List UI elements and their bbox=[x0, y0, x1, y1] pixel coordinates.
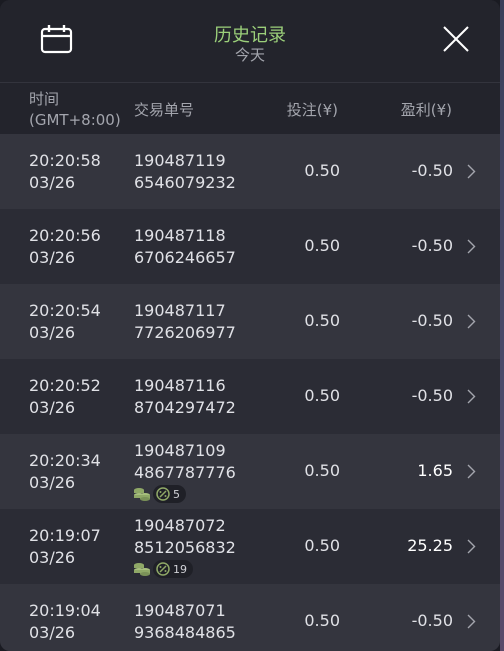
order-number-part-2: 7726206977 bbox=[134, 323, 236, 342]
background-edge bbox=[500, 0, 504, 651]
order-number-part-1: 190487118 bbox=[134, 226, 226, 245]
row-bet: 0.50 bbox=[304, 461, 340, 480]
table-row[interactable]: 20:20:34 03/26 190487109 4867787776 5 0.… bbox=[0, 434, 500, 509]
row-timestamp: 20:19:04 03/26 bbox=[29, 600, 101, 644]
column-headers: 时间 (GMT+8:00) 交易单号 投注(¥) 盈利(¥) bbox=[0, 83, 500, 134]
coin-stack-icon bbox=[134, 488, 150, 501]
row-order-number: 190487109 4867787776 bbox=[134, 440, 236, 484]
row-profit: -0.50 bbox=[411, 311, 453, 330]
row-date: 03/26 bbox=[29, 548, 76, 567]
row-profit: -0.50 bbox=[411, 611, 453, 630]
order-number-part-1: 190487109 bbox=[134, 441, 226, 460]
order-number-part-1: 190487072 bbox=[134, 516, 226, 535]
column-header-profit: 盈利(¥) bbox=[400, 101, 452, 119]
column-header-bet: 投注(¥) bbox=[286, 101, 338, 119]
table-row[interactable]: 20:20:56 03/26 190487118 6706246657 0.50… bbox=[0, 209, 500, 284]
history-panel: 历史记录 今天 时间 (GMT+8:00) 交易单号 投注(¥) 盈利(¥) 2… bbox=[0, 0, 500, 651]
row-time: 20:20:56 bbox=[29, 226, 101, 245]
free-spin-badge: 19 bbox=[153, 560, 193, 578]
row-time: 20:20:58 bbox=[29, 151, 101, 170]
chevron-right-icon[interactable] bbox=[467, 539, 476, 554]
order-number-part-2: 8704297472 bbox=[134, 398, 236, 417]
row-time: 20:20:34 bbox=[29, 451, 101, 470]
calendar-icon[interactable] bbox=[40, 24, 73, 54]
row-time: 20:19:04 bbox=[29, 601, 101, 620]
row-bet: 0.50 bbox=[304, 611, 340, 630]
order-number-part-2: 6546079232 bbox=[134, 173, 236, 192]
order-number-part-2: 4867787776 bbox=[134, 463, 236, 482]
row-timestamp: 20:20:34 03/26 bbox=[29, 450, 101, 494]
order-number-part-1: 190487116 bbox=[134, 376, 226, 395]
chevron-right-icon[interactable] bbox=[467, 464, 476, 479]
table-row[interactable]: 20:20:54 03/26 190487117 7726206977 0.50… bbox=[0, 284, 500, 359]
row-order-number: 190487119 6546079232 bbox=[134, 150, 236, 194]
chevron-right-icon[interactable] bbox=[467, 614, 476, 629]
row-profit: -0.50 bbox=[411, 236, 453, 255]
close-icon[interactable] bbox=[441, 24, 471, 54]
chevron-right-icon[interactable] bbox=[467, 314, 476, 329]
order-number-part-1: 190487119 bbox=[134, 151, 226, 170]
badge-count: 5 bbox=[173, 487, 180, 501]
column-header-order: 交易单号 bbox=[134, 101, 195, 119]
row-bet: 0.50 bbox=[304, 311, 340, 330]
row-profit: 25.25 bbox=[407, 536, 453, 555]
row-profit: -0.50 bbox=[411, 386, 453, 405]
row-timestamp: 20:20:56 03/26 bbox=[29, 225, 101, 269]
row-time: 20:20:52 bbox=[29, 376, 101, 395]
history-list: 20:20:58 03/26 190487119 6546079232 0.50… bbox=[0, 134, 500, 651]
row-bet: 0.50 bbox=[304, 236, 340, 255]
table-row[interactable]: 20:20:58 03/26 190487119 6546079232 0.50… bbox=[0, 134, 500, 209]
row-timestamp: 20:20:52 03/26 bbox=[29, 375, 101, 419]
order-number-part-2: 9368484865 bbox=[134, 623, 236, 642]
row-date: 03/26 bbox=[29, 623, 76, 642]
row-order-number: 190487071 9368484865 bbox=[134, 600, 236, 644]
dice-icon bbox=[156, 487, 170, 501]
table-row[interactable]: 20:19:04 03/26 190487071 9368484865 0.50… bbox=[0, 584, 500, 651]
header: 历史记录 今天 bbox=[0, 0, 500, 83]
row-bet: 0.50 bbox=[304, 386, 340, 405]
order-number-part-1: 190487071 bbox=[134, 601, 226, 620]
column-header-time: 时间 (GMT+8:00) bbox=[29, 89, 121, 131]
row-profit: 1.65 bbox=[417, 461, 453, 480]
chevron-right-icon[interactable] bbox=[467, 164, 476, 179]
row-profit: -0.50 bbox=[411, 161, 453, 180]
row-date: 03/26 bbox=[29, 248, 76, 267]
row-date: 03/26 bbox=[29, 173, 76, 192]
row-time: 20:19:07 bbox=[29, 526, 101, 545]
date-filter-label[interactable]: 今天 bbox=[150, 44, 350, 65]
row-bet: 0.50 bbox=[304, 161, 340, 180]
row-date: 03/26 bbox=[29, 473, 76, 492]
order-number-part-1: 190487117 bbox=[134, 301, 226, 320]
free-spin-badge: 5 bbox=[153, 485, 186, 503]
row-date: 03/26 bbox=[29, 323, 76, 342]
row-timestamp: 20:19:07 03/26 bbox=[29, 525, 101, 569]
time-header-label: 时间 bbox=[29, 90, 60, 108]
coin-stack-icon bbox=[134, 563, 150, 576]
table-row[interactable]: 20:19:07 03/26 190487072 8512056832 19 0… bbox=[0, 509, 500, 584]
dice-icon bbox=[156, 562, 170, 576]
row-time: 20:20:54 bbox=[29, 301, 101, 320]
chevron-right-icon[interactable] bbox=[467, 239, 476, 254]
chevron-right-icon[interactable] bbox=[467, 389, 476, 404]
row-order-number: 190487118 6706246657 bbox=[134, 225, 236, 269]
timezone-label: (GMT+8:00) bbox=[29, 111, 121, 129]
row-bet: 0.50 bbox=[304, 536, 340, 555]
row-date: 03/26 bbox=[29, 398, 76, 417]
row-order-number: 190487072 8512056832 bbox=[134, 515, 236, 559]
order-number-part-2: 6706246657 bbox=[134, 248, 236, 267]
row-timestamp: 20:20:54 03/26 bbox=[29, 300, 101, 344]
row-order-number: 190487117 7726206977 bbox=[134, 300, 236, 344]
row-timestamp: 20:20:58 03/26 bbox=[29, 150, 101, 194]
row-badges: 19 bbox=[133, 560, 193, 578]
row-order-number: 190487116 8704297472 bbox=[134, 375, 236, 419]
order-number-part-2: 8512056832 bbox=[134, 538, 236, 557]
table-row[interactable]: 20:20:52 03/26 190487116 8704297472 0.50… bbox=[0, 359, 500, 434]
badge-count: 19 bbox=[173, 562, 187, 576]
row-badges: 5 bbox=[133, 485, 186, 503]
